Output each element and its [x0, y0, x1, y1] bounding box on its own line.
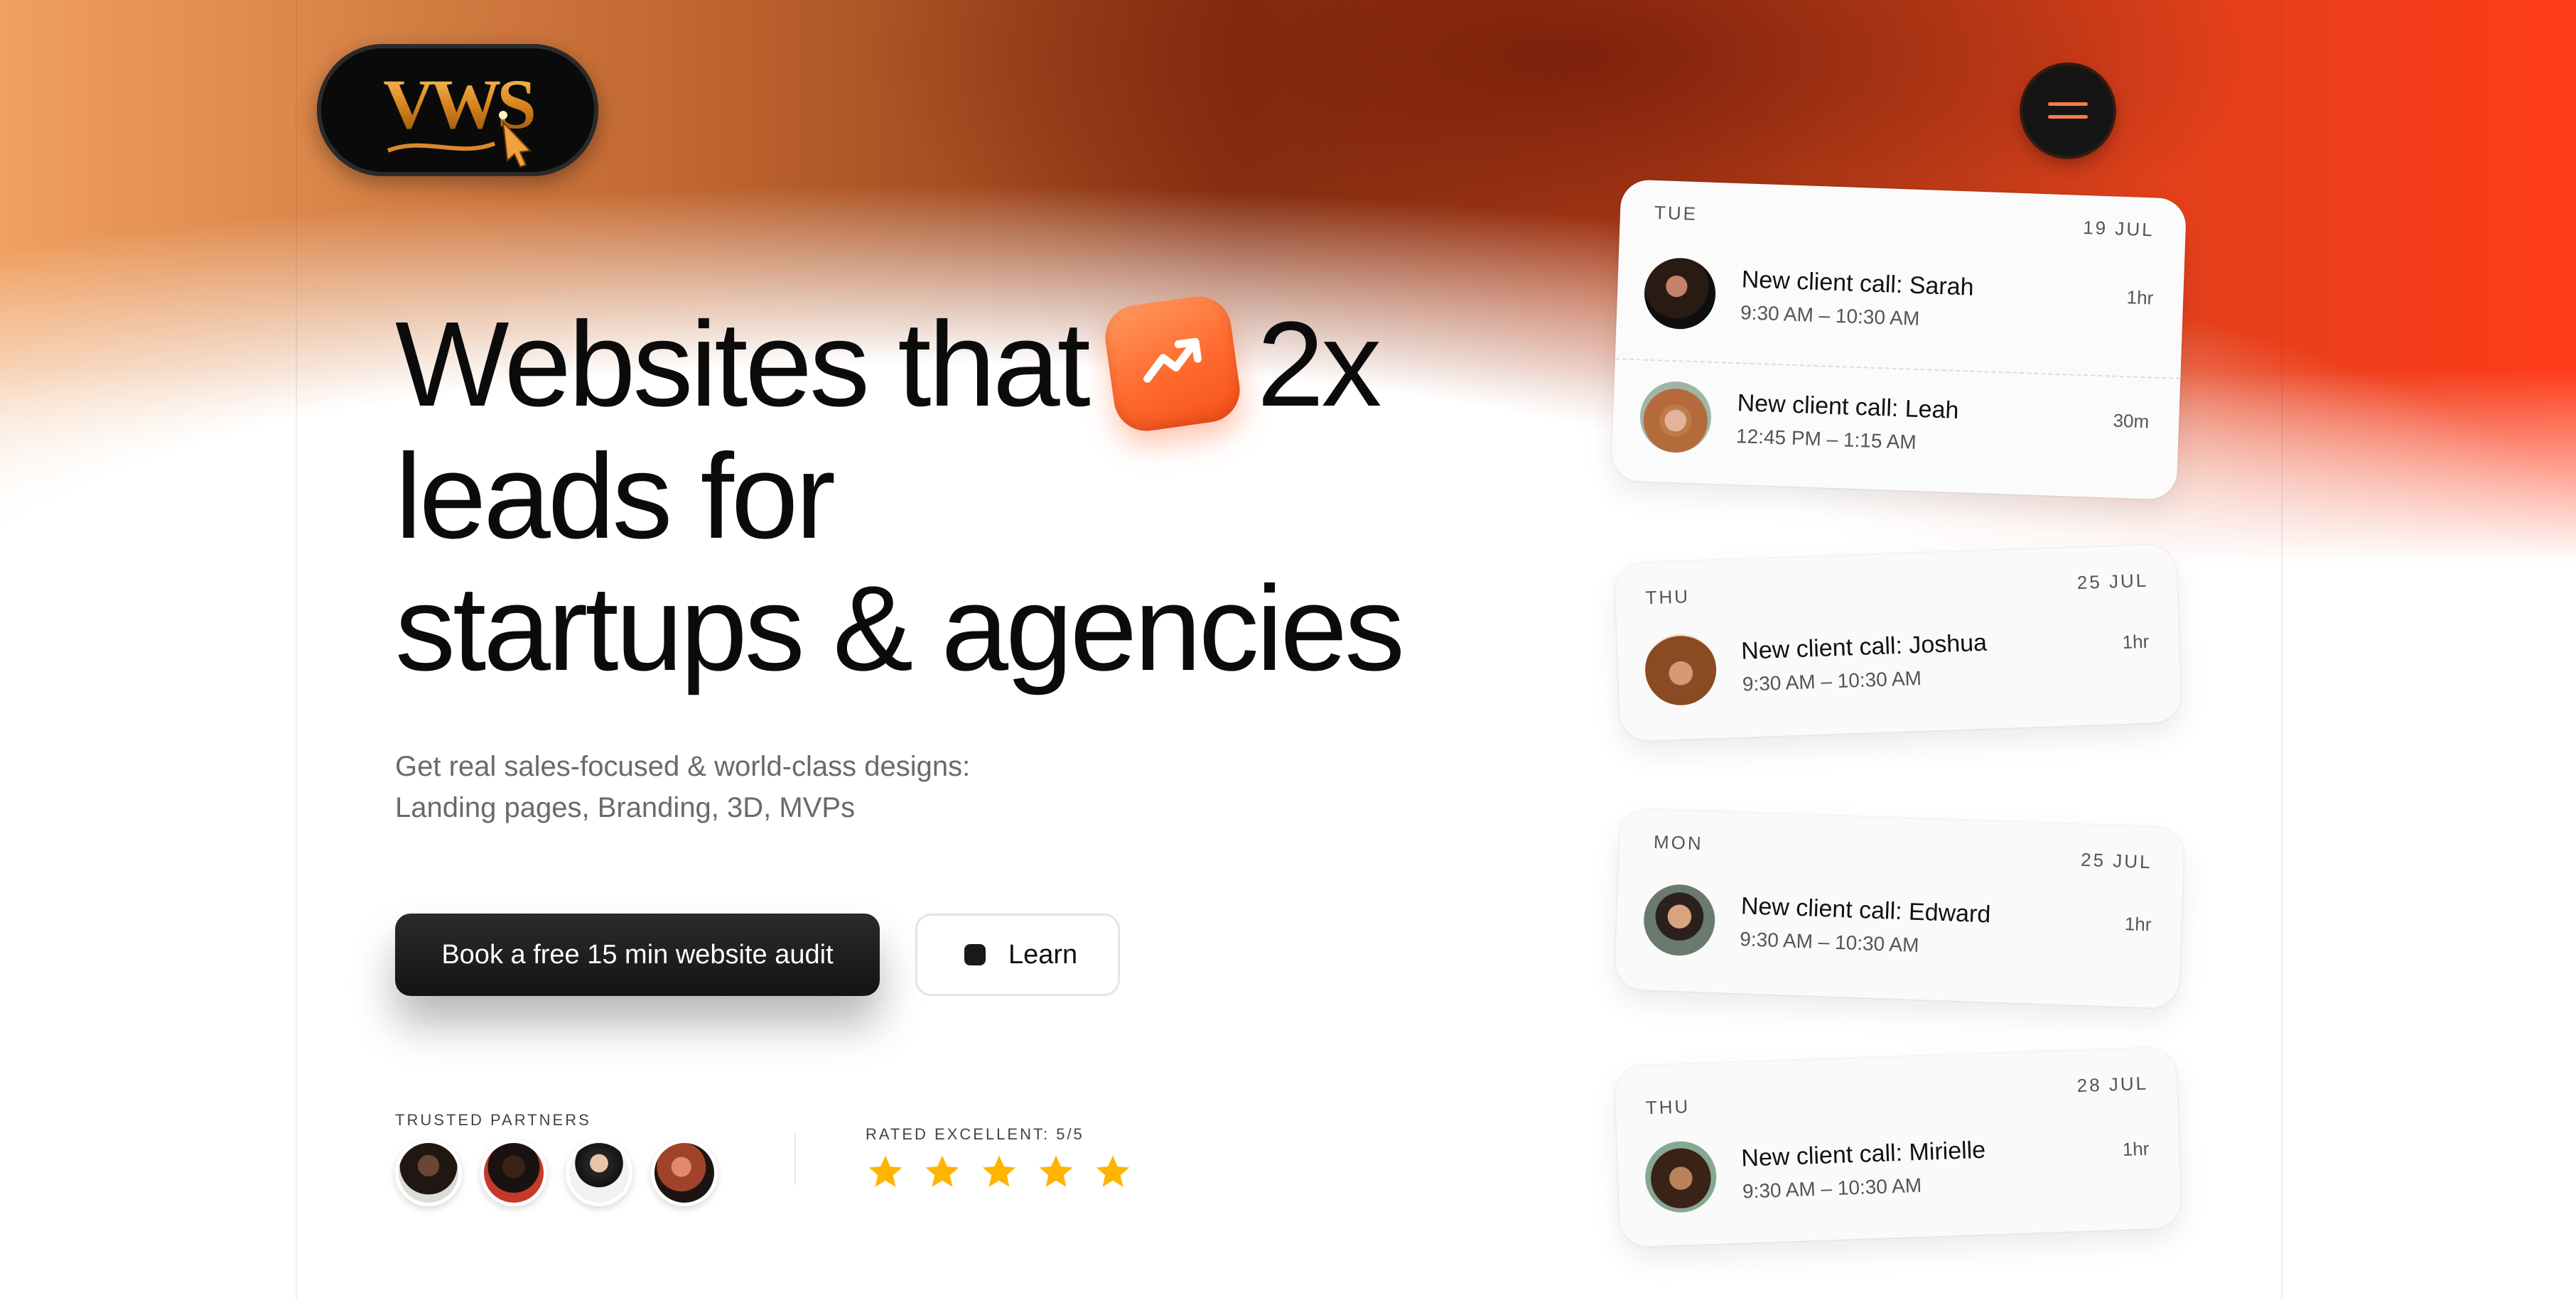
event-time: 9:30 AM – 10:30 AM [1740, 301, 1920, 330]
guide-line-right [2281, 0, 2283, 1300]
card-date: 25 JUL [2080, 848, 2153, 873]
card-date: 19 JUL [2082, 216, 2155, 241]
trust-divider [794, 1134, 796, 1185]
card-day: THU [1645, 1095, 1691, 1119]
event-item[interactable]: New client call: Edward 9:30 AM – 10:30 … [1615, 862, 2182, 1003]
star-icon [925, 1155, 959, 1187]
card-date: 25 JUL [2076, 569, 2149, 594]
event-time: 9:30 AM – 10:30 AM [1742, 1174, 1922, 1203]
card-day: THU [1645, 585, 1691, 609]
hero-headline: Websites that 2x leads for startups & age… [395, 292, 1461, 696]
event-time: 12:45 PM – 1:15 AM [1735, 425, 1917, 453]
avatar [1642, 883, 1716, 957]
hero-subtitle-line-2: Landing pages, Branding, 3D, MVPs [395, 792, 856, 823]
schedule-card-mon[interactable]: MON 25 JUL New client call: Edward 9:30 … [1614, 808, 2185, 1009]
schedule-card-thu[interactable]: THU 25 JUL New client call: Joshua 9:30 … [1614, 544, 2182, 742]
avatar [1643, 256, 1717, 330]
event-title: New client call: Edward [1740, 892, 1991, 928]
vws-logo-mark: VWS [383, 65, 538, 168]
headline-line-2: leads for [395, 429, 836, 564]
hero-subtitle: Get real sales-focused & world-class des… [395, 746, 1248, 828]
event-item[interactable]: New client call: Sarah 9:30 AM – 10:30 A… [1615, 236, 2184, 377]
avatar [395, 1139, 462, 1206]
event-title: New client call: Joshua [1740, 629, 1988, 665]
event-duration: 1hr [2126, 286, 2154, 309]
learn-button[interactable]: Learn [915, 914, 1120, 996]
menu-button[interactable] [2022, 65, 2113, 156]
event-duration: 30m [2113, 409, 2150, 433]
card-date: 28 JUL [2076, 1072, 2149, 1097]
star-icon [1039, 1155, 1073, 1187]
hamburger-icon [2048, 102, 2088, 106]
event-item[interactable]: New client call: Joshua 9:30 AM – 10:30 … [1616, 597, 2181, 737]
star-icon [868, 1155, 902, 1187]
avatar [566, 1139, 632, 1206]
hero-subtitle-line-1: Get real sales-focused & world-class des… [395, 751, 971, 782]
event-duration: 1hr [2124, 913, 2152, 936]
trusted-partners-label: TRUSTED PARTNERS [395, 1111, 591, 1129]
trending-up-icon [1101, 292, 1244, 435]
event-item[interactable]: New client call: Mirielle 9:30 AM – 10:3… [1617, 1104, 2182, 1244]
avatar [1644, 632, 1718, 707]
book-audit-button[interactable]: Book a free 15 min website audit [395, 914, 880, 996]
schedule-card-tue[interactable]: TUE 19 JUL New client call: Sarah 9:30 A… [1610, 179, 2187, 500]
avatar [651, 1139, 718, 1206]
event-title: New client call: Leah [1737, 389, 1960, 424]
card-day: MON [1653, 830, 1704, 855]
headline-line-3: startups & agencies [395, 561, 1405, 696]
avatar [1644, 1139, 1718, 1214]
guide-line-left [296, 0, 297, 1300]
brand-logo[interactable]: VWS [317, 44, 598, 176]
hamburger-icon-bar [2048, 115, 2088, 119]
star-icon [1096, 1155, 1130, 1187]
rating-label: RATED EXCELLENT: 5/5 [866, 1125, 1084, 1143]
event-title: New client call: Mirielle [1740, 1136, 1986, 1172]
event-time: 9:30 AM – 10:30 AM [1739, 928, 1919, 956]
headline-part-1: Websites that [395, 297, 1091, 432]
square-icon [964, 944, 986, 965]
avatar [1639, 380, 1713, 454]
avatar [480, 1139, 547, 1206]
event-duration: 1hr [2122, 1137, 2150, 1160]
event-time: 9:30 AM – 10:30 AM [1742, 666, 1922, 695]
schedule-card-thu-2[interactable]: THU 28 JUL New client call: Mirielle 9:3… [1614, 1047, 2182, 1247]
event-title: New client call: Sarah [1741, 266, 1975, 301]
event-item[interactable]: New client call: Leah 12:45 PM – 1:15 AM… [1611, 359, 2180, 500]
card-day: TUE [1654, 201, 1698, 225]
learn-button-label: Learn [1008, 940, 1078, 970]
event-duration: 1hr [2122, 630, 2150, 653]
star-icon [982, 1155, 1016, 1187]
headline-part-2: 2x [1256, 297, 1382, 432]
